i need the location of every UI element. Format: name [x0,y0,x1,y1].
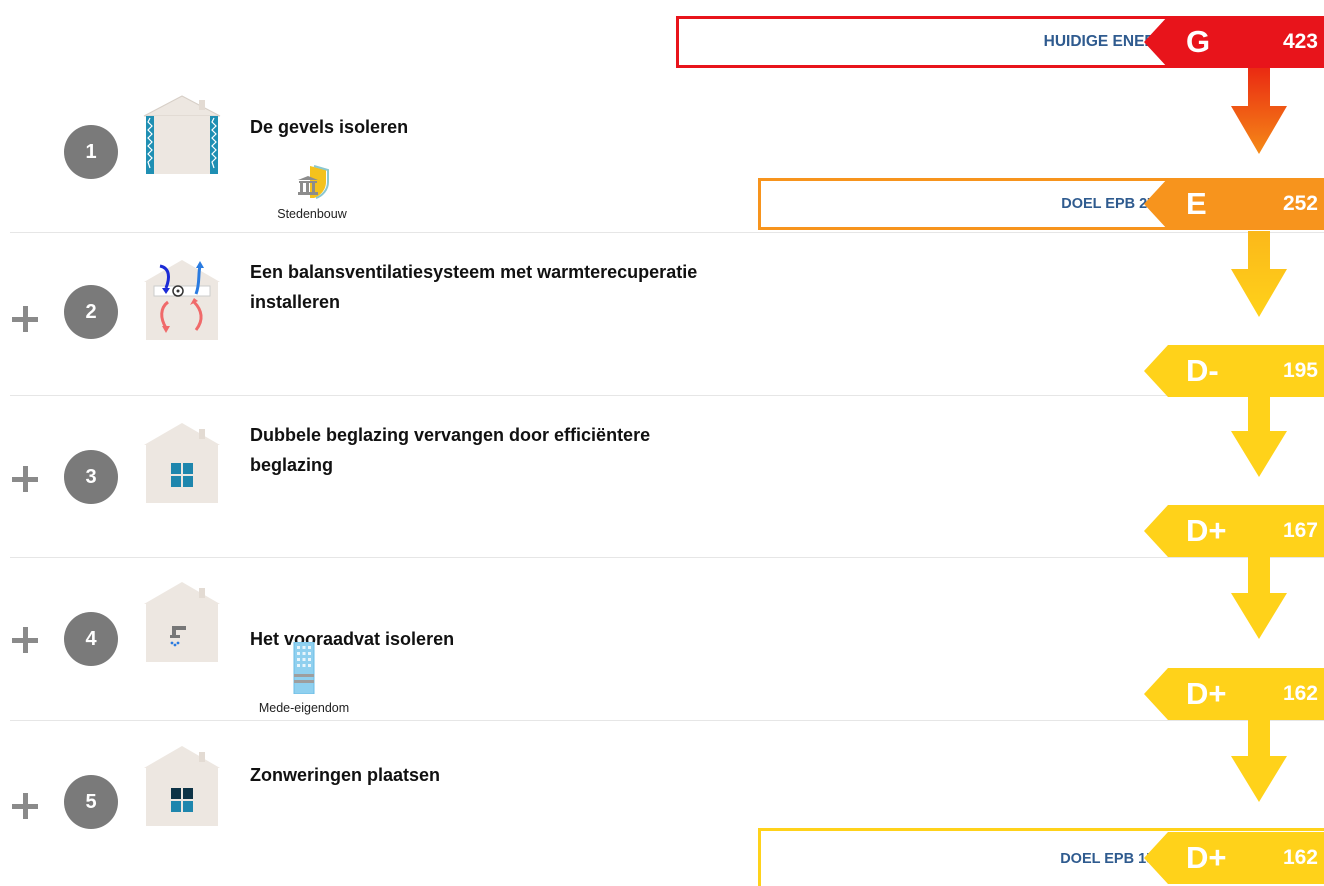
energy-value: 162 [1282,846,1318,869]
step-title-line: Dubbele beglazing vervangen door efficië… [250,425,651,445]
energy-tag-step-3: D+ 167 [1144,505,1324,557]
step-title-line: beglazing [250,455,334,475]
step-title: Een balansventilatiesysteem met warmtere… [250,257,810,317]
step-number: 5 [64,775,118,829]
step-title-line: Een balansventilatiesysteem met warmtere… [250,262,698,282]
sun-shading-house-icon [144,746,220,826]
energy-value: 167 [1282,519,1318,542]
wall-insulation-house-icon [143,95,221,174]
plus-icon [12,627,38,653]
energy-value: 195 [1282,359,1318,382]
step-number: 1 [64,125,118,179]
building-shield-icon [298,165,329,199]
water-tank-house-icon [144,582,220,662]
arrow-down-icon [1231,557,1287,639]
plus-icon [12,793,38,819]
energy-value: 423 [1282,30,1318,53]
step-number: 2 [64,285,118,339]
arrow-down-icon [1231,397,1287,477]
arrow-down-icon [1231,720,1287,802]
badge-label: Mede-eigendom [258,701,350,715]
energy-class: E [1186,186,1207,221]
plus-icon [12,306,38,332]
step-title: De gevels isoleren [250,117,409,137]
step-number: 4 [64,612,118,666]
energy-value: 162 [1282,682,1318,705]
row-divider [10,557,1324,558]
energy-class: D+ [1186,840,1227,875]
plus-icon [12,466,38,492]
step-title: Dubbele beglazing vervangen door efficië… [250,420,810,480]
energy-value: 252 [1282,192,1318,215]
co-ownership-badge: Mede-eigendom [249,641,359,715]
badge-label: Stedenbouw [277,207,347,221]
row-divider [10,232,1324,233]
energy-class: D+ [1186,513,1227,548]
energy-tag-step-5: D+ 162 [1144,832,1324,884]
step-number: 3 [64,450,118,504]
urbanism-badge: Stedenbouw [257,164,367,221]
energy-class: G [1186,24,1211,59]
current-energy-tag: G 423 [1144,16,1324,68]
step-title: Zonweringen plaatsen [250,765,441,785]
step-title-line: installeren [250,292,341,312]
energy-tag-step-1: E 252 [1144,178,1324,230]
energy-tag-step-2: D- 195 [1144,345,1324,397]
row-divider [10,720,1324,721]
energy-class: D- [1186,353,1219,388]
apartment-building-icon [293,641,315,695]
arrow-down-icon [1231,231,1287,317]
ventilation-house-icon [144,260,220,340]
arrow-down-icon [1231,68,1287,154]
energy-tag-step-4: D+ 162 [1144,668,1324,720]
glazing-house-icon [144,423,220,503]
energy-class: D+ [1186,676,1227,711]
row-divider [10,395,1324,396]
